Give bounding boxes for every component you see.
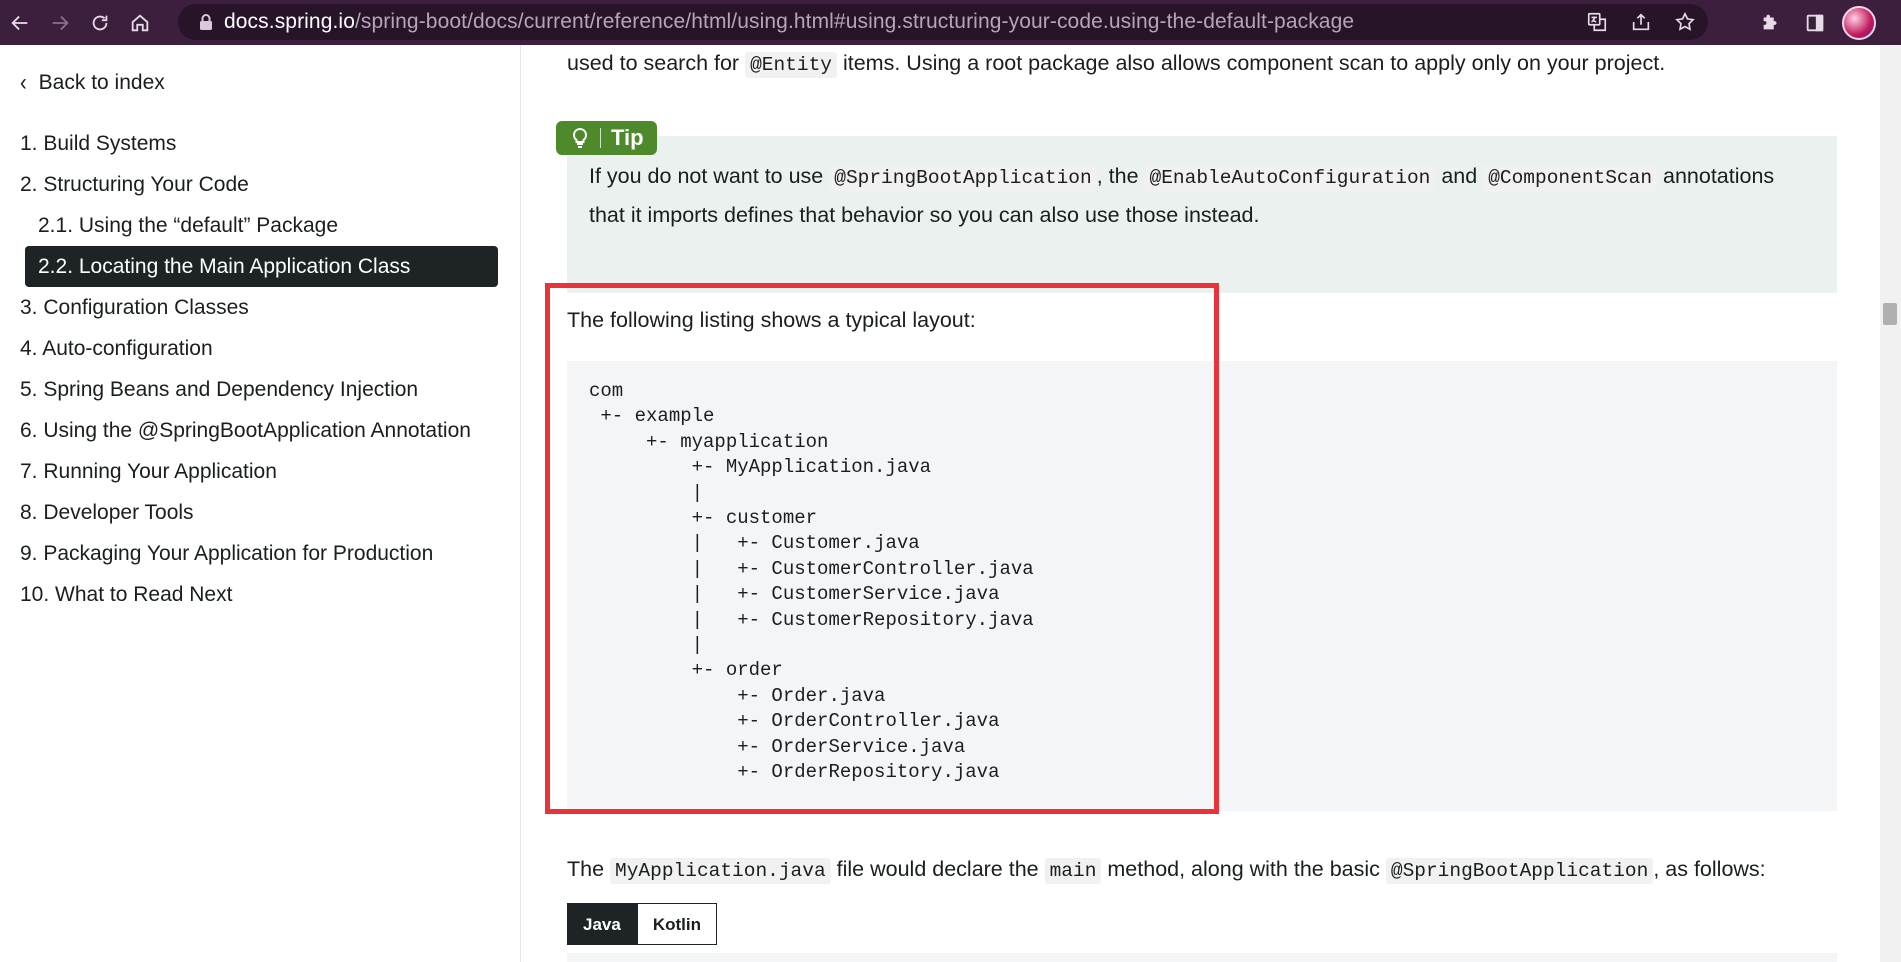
main-content: used to search for @Entity items. Using … [521, 45, 1880, 962]
share-icon[interactable] [1628, 9, 1654, 35]
translate-icon[interactable] [1584, 9, 1610, 35]
code-listing-text: com +- example +- myapplication +- MyApp… [589, 380, 1034, 784]
inline-code: @ComponentScan [1483, 165, 1658, 191]
reload-icon[interactable] [80, 0, 120, 45]
text: annotations [1657, 164, 1775, 188]
text: method, along with the basic [1101, 857, 1386, 881]
toc-item-main-application-class[interactable]: 2.2. Locating the Main Application Class [25, 246, 498, 287]
text: , the [1096, 164, 1145, 188]
extensions-icon[interactable] [1749, 0, 1793, 45]
text: , as follows: [1653, 857, 1766, 881]
home-icon[interactable] [120, 0, 160, 45]
menu-spacer [1881, 0, 1901, 45]
toc-item-running-application[interactable]: 7. Running Your Application [0, 451, 520, 492]
scrollbar-thumb[interactable] [1883, 303, 1897, 325]
address-bar[interactable]: docs.spring.io/spring-boot/docs/current/… [178, 4, 1708, 40]
language-tabs: Java Kotlin [567, 903, 717, 945]
text: that it imports defines that behavior so… [589, 203, 1260, 227]
tab-kotlin[interactable]: Kotlin [636, 903, 717, 945]
layout-intro: The following listing shows a typical la… [567, 308, 976, 332]
text: and [1435, 164, 1484, 188]
toc-item-structuring-your-code[interactable]: 2. Structuring Your Code [0, 164, 520, 205]
text: file would declare the [830, 857, 1045, 881]
inline-code-entity: @Entity [745, 52, 837, 78]
paragraph-root-package: used to search for @Entity items. Using … [567, 45, 1665, 84]
text: used to search for [567, 51, 746, 75]
toc-item-default-package[interactable]: 2.1. Using the “default” Package [0, 205, 520, 246]
lock-icon [200, 14, 212, 30]
toc-item-packaging[interactable]: 9. Packaging Your Application for Produc… [0, 533, 520, 574]
back-icon[interactable] [0, 0, 40, 45]
toc-item-spring-beans[interactable]: 5. Spring Beans and Dependency Injection [0, 369, 520, 410]
toc-item-auto-configuration[interactable]: 4. Auto-configuration [0, 328, 520, 369]
toc-item-build-systems[interactable]: 1. Build Systems [0, 123, 520, 164]
paragraph-declare: The MyApplication.java file would declar… [567, 851, 1766, 890]
url-text: docs.spring.io/spring-boot/docs/current/… [224, 10, 1354, 34]
scrollbar[interactable] [1880, 45, 1901, 962]
inline-code: @SpringBootApplication [829, 165, 1097, 191]
tip-label: Tip [611, 125, 644, 150]
tab-java[interactable]: Java [567, 903, 637, 945]
browser-toolbar: docs.spring.io/spring-boot/docs/current/… [0, 0, 1901, 45]
profile-avatar [1842, 5, 1876, 40]
lightbulb-icon [572, 127, 588, 148]
inline-code: @SpringBootApplication [1385, 858, 1654, 884]
code-listing: com +- example +- myapplication +- MyApp… [567, 361, 1837, 811]
inline-code: MyApplication.java [610, 858, 831, 884]
sidebar-icon[interactable] [1793, 0, 1837, 45]
inline-code: main [1044, 858, 1102, 884]
divider [600, 128, 601, 148]
url-path: /spring-boot/docs/current/reference/html… [354, 10, 1355, 33]
tip-text: If you do not want to use @SpringBootApp… [589, 158, 1815, 234]
toc-item-what-to-read-next[interactable]: 10. What to Read Next [0, 574, 520, 615]
back-to-index-label: Back to index [38, 71, 165, 94]
text: The [567, 857, 611, 881]
back-to-index-link[interactable]: ‹ Back to index [20, 69, 165, 96]
tip-badge: Tip [556, 121, 657, 155]
text: items. Using a root package also allows … [837, 51, 1666, 75]
toc-item-springbootapplication[interactable]: 6. Using the @SpringBootApplication Anno… [0, 410, 520, 451]
code-block-partial [567, 953, 1837, 962]
chevron-left-icon: ‹ [20, 69, 27, 96]
url-host: docs.spring.io [224, 10, 355, 33]
star-icon[interactable] [1672, 9, 1698, 35]
forward-icon[interactable] [40, 0, 80, 45]
toc-item-configuration-classes[interactable]: 3. Configuration Classes [0, 287, 520, 328]
toc-list: 1. Build Systems 2. Structuring Your Cod… [0, 123, 520, 615]
inline-code: @EnableAutoConfiguration [1144, 165, 1436, 191]
tip-admonition: If you do not want to use @SpringBootApp… [567, 136, 1837, 293]
text: If you do not want to use [589, 164, 830, 188]
toc-item-developer-tools[interactable]: 8. Developer Tools [0, 492, 520, 533]
avatar[interactable] [1837, 0, 1881, 45]
toc-sidebar: ‹ Back to index 1. Build Systems 2. Stru… [0, 45, 521, 962]
